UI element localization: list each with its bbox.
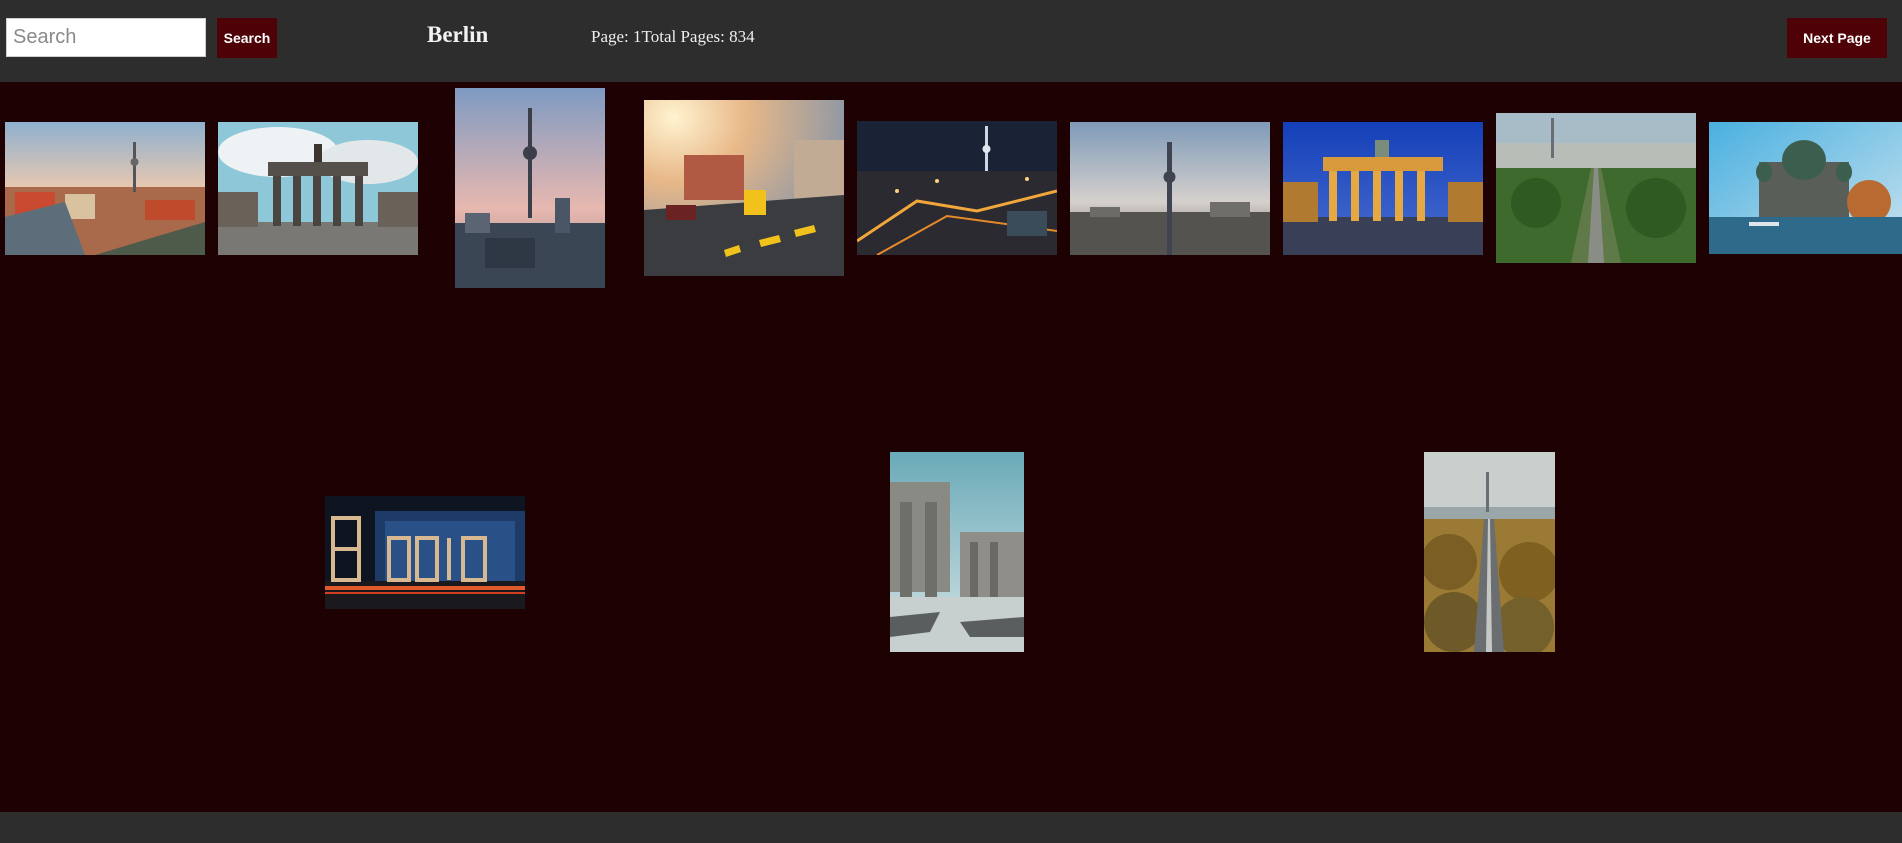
photo-tv-tower-city[interactable]: [1070, 122, 1270, 255]
photo-tv-tower-sunset[interactable]: [455, 88, 605, 288]
photo-berlin-skyline-river[interactable]: [5, 122, 205, 255]
page-title: Berlin: [427, 22, 489, 47]
photo-brandenburg-gate-night[interactable]: [1283, 122, 1483, 255]
page-label: Page:: [591, 27, 634, 46]
top-bar: Search Berlin Page: 1Total Pages: 834 Ne…: [0, 0, 1902, 82]
page-number: 1: [633, 27, 642, 46]
photo-brandenburg-gate-day[interactable]: [218, 122, 418, 255]
total-pages-value: 834: [729, 27, 755, 46]
photo-brandenburg-gate-portrait[interactable]: [890, 452, 1024, 652]
photo-berlin-night[interactable]: [857, 121, 1057, 255]
next-page-button[interactable]: Next Page: [1787, 18, 1887, 58]
photo-tiergarten-autumn-road[interactable]: [1424, 452, 1555, 652]
photo-berlin-cathedral[interactable]: [1709, 122, 1902, 254]
pagination-info: Page: 1Total Pages: 834: [591, 27, 755, 47]
photo-street-tram[interactable]: [644, 100, 844, 276]
total-pages-label: Total Pages:: [641, 27, 730, 46]
photo-berlin-letters-night[interactable]: [325, 496, 525, 609]
search-input[interactable]: [6, 18, 206, 57]
footer-bar: [0, 812, 1902, 843]
photo-tiergarten-aerial[interactable]: [1496, 113, 1696, 263]
search-button[interactable]: Search: [217, 18, 277, 58]
